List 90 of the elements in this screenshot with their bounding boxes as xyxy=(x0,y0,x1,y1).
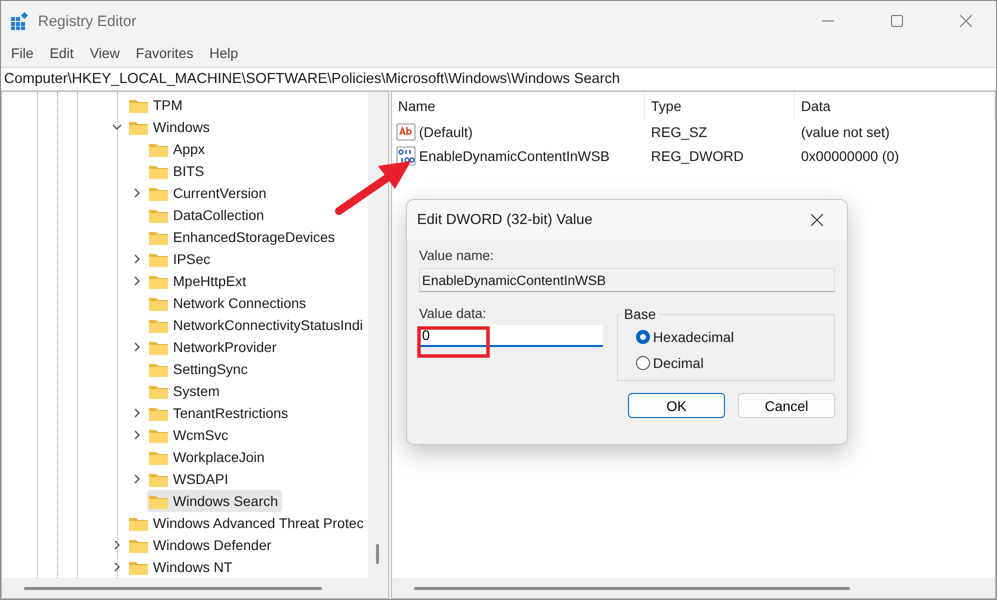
chevron-right-icon[interactable] xyxy=(132,430,142,440)
menu-item[interactable]: View xyxy=(82,45,128,61)
close-icon xyxy=(811,214,823,226)
folder-icon xyxy=(149,472,168,486)
tree-item[interactable]: SettingSync xyxy=(147,358,252,380)
tree-item[interactable]: MpeHttpExt xyxy=(147,270,250,292)
chevron-right-icon[interactable] xyxy=(132,254,142,264)
radio-icon[interactable] xyxy=(636,330,650,344)
address-bar[interactable]: Computer\HKEY_LOCAL_MACHINE\SOFTWARE\Policies\Microsoft\Windows\Windows Search xyxy=(1,67,996,91)
tree-item[interactable]: DataCollection xyxy=(147,204,268,226)
folder-icon xyxy=(149,252,168,266)
tree-item[interactable]: CurrentVersion xyxy=(147,182,270,204)
folder-icon xyxy=(149,208,168,222)
radio-option[interactable]: Hexadecimal xyxy=(636,326,820,348)
folder-icon xyxy=(149,230,168,244)
value-data-field[interactable]: 0 xyxy=(419,325,603,347)
maximize-icon xyxy=(891,15,903,27)
menu-item[interactable]: Edit xyxy=(42,45,82,61)
tree-item[interactable]: NetworkProvider xyxy=(147,336,280,358)
value-data-cell-text: 0x00000000 (0) xyxy=(800,148,900,164)
scrollbar-thumb[interactable] xyxy=(414,586,850,590)
chevron-down-icon[interactable] xyxy=(112,122,122,132)
value-name-field: EnableDynamicContentInWSB xyxy=(419,268,835,292)
menu-item[interactable]: File xyxy=(3,45,42,61)
menu-item[interactable]: Favorites xyxy=(128,45,202,61)
column-header[interactable]: Data xyxy=(795,92,995,120)
field-label: Value name: xyxy=(419,248,495,263)
folder-icon xyxy=(149,164,168,178)
folder-icon xyxy=(149,318,168,332)
dialog-title: Edit DWORD (32-bit) Value xyxy=(417,212,594,228)
tree-item[interactable]: WSDAPI xyxy=(147,468,232,490)
string-value-icon xyxy=(396,123,416,141)
tree-item[interactable]: Appx xyxy=(147,138,209,160)
folder-icon xyxy=(129,516,148,530)
scrollbar-thumb[interactable] xyxy=(24,586,322,590)
value-data-cell-text: (value not set) xyxy=(800,124,890,140)
folder-icon xyxy=(129,560,148,574)
tree-item[interactable]: TPM xyxy=(127,94,187,116)
tree-item[interactable]: Windows Defender xyxy=(127,534,276,556)
field-label: Value data: xyxy=(419,306,488,321)
folder-icon xyxy=(149,494,168,508)
scrollbar-thumb[interactable] xyxy=(376,544,379,564)
folder-icon xyxy=(149,450,168,464)
close-icon xyxy=(960,15,972,27)
menu-item[interactable]: Help xyxy=(201,45,246,61)
chevron-right-icon[interactable] xyxy=(112,540,122,550)
chevron-right-icon[interactable] xyxy=(132,408,142,418)
ok-button[interactable]: OK xyxy=(628,393,725,418)
binary-value-icon xyxy=(396,146,416,166)
folder-icon xyxy=(149,384,168,398)
radio-icon[interactable] xyxy=(636,356,650,370)
tree-item[interactable]: Windows Search xyxy=(147,490,282,512)
folder-icon xyxy=(149,274,168,288)
tree-item[interactable]: Windows xyxy=(127,116,214,138)
folder-icon xyxy=(129,98,148,112)
folder-icon xyxy=(149,406,168,420)
folder-icon xyxy=(149,362,168,376)
app-icon xyxy=(11,12,29,30)
chevron-right-icon[interactable] xyxy=(132,276,142,286)
chevron-right-icon[interactable] xyxy=(132,342,142,352)
tree-item[interactable]: Network Connections xyxy=(147,292,310,314)
tree-item[interactable]: BITS xyxy=(147,160,208,182)
folder-icon xyxy=(149,186,168,200)
chevron-right-icon[interactable] xyxy=(132,474,142,484)
folder-icon xyxy=(149,428,168,442)
tree-item[interactable]: Windows Advanced Threat Protec xyxy=(127,512,368,534)
chevron-right-icon[interactable] xyxy=(132,188,142,198)
tree-item[interactable]: NetworkConnectivityStatusIndi xyxy=(147,314,367,336)
value-type-cell-text: REG_DWORD xyxy=(650,148,745,164)
window-title: Registry Editor xyxy=(38,12,138,30)
folder-icon xyxy=(149,142,168,156)
tree-item[interactable]: System xyxy=(147,380,224,402)
column-header[interactable]: Name xyxy=(392,92,645,120)
value-name-cell[interactable]: (Default) xyxy=(392,123,645,141)
tree-item[interactable]: Windows NT xyxy=(127,556,236,578)
chevron-right-icon[interactable] xyxy=(112,562,122,572)
folder-icon xyxy=(149,340,168,354)
tree-item[interactable]: WorkplaceJoin xyxy=(147,446,269,468)
tree-item[interactable]: IPSec xyxy=(147,248,214,270)
tree-item[interactable]: TenantRestrictions xyxy=(147,402,292,424)
cancel-button[interactable]: Cancel xyxy=(738,393,835,418)
group-label: Base xyxy=(623,306,657,322)
folder-icon xyxy=(129,538,148,552)
tree-item[interactable]: EnhancedStorageDevices xyxy=(147,226,339,248)
value-type-cell-text: REG_SZ xyxy=(650,124,708,140)
folder-icon xyxy=(149,296,168,310)
tree-item[interactable]: WcmSvc xyxy=(147,424,232,446)
column-header[interactable]: Type xyxy=(645,92,795,120)
radio-option[interactable]: Decimal xyxy=(636,352,820,374)
folder-icon xyxy=(129,120,148,134)
